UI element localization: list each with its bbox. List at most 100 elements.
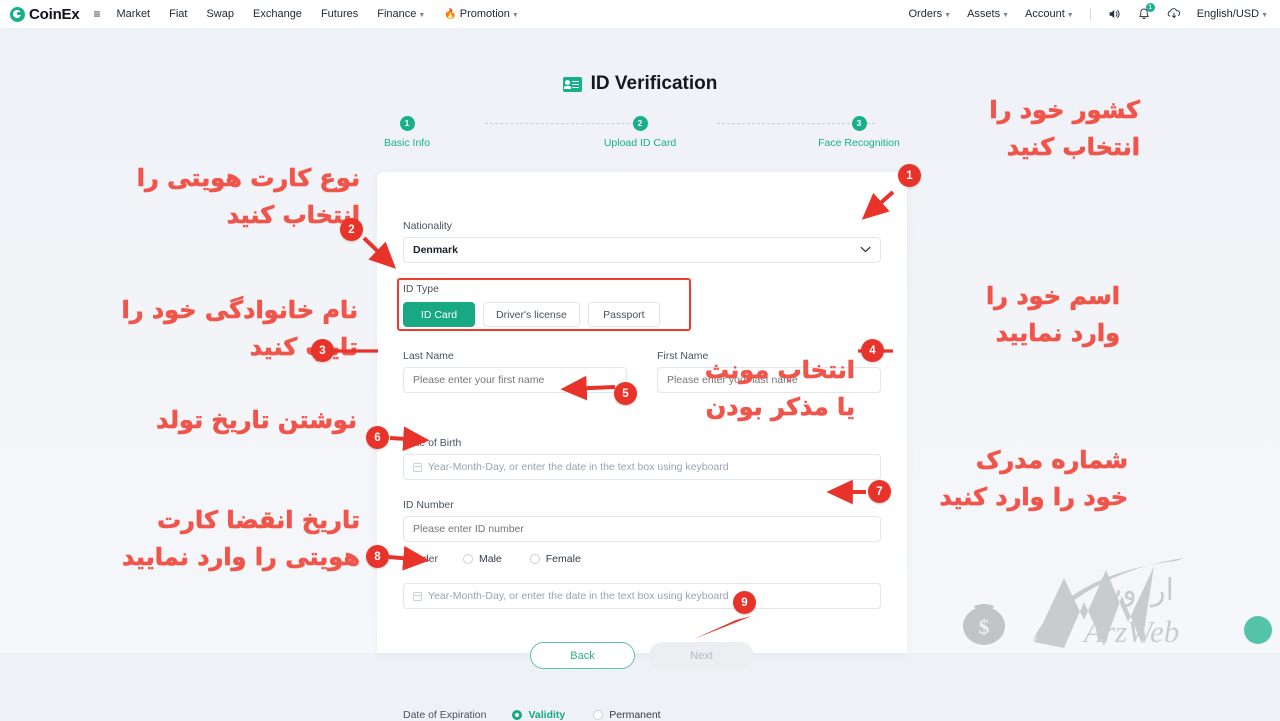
nav-item-finance[interactable]: Finance ▼: [377, 8, 425, 20]
step-basic-info[interactable]: 1 Basic Info: [337, 116, 477, 149]
date-of-birth-placeholder: Year-Month-Day, or enter the date in the…: [428, 461, 729, 473]
name-fields-row: Last Name First Name: [403, 350, 881, 393]
date-of-expiration-placeholder: Year-Month-Day, or enter the date in the…: [428, 590, 729, 602]
step-label: Upload ID Card: [603, 137, 677, 149]
verification-form-card: Nationality Denmark ID Type ID Card Driv…: [377, 172, 907, 721]
last-name-label: Last Name: [403, 350, 454, 362]
language-label: English/USD: [1196, 8, 1260, 20]
step-number: 3: [851, 116, 867, 131]
id-number-label: ID Number: [403, 499, 454, 511]
chevron-down-icon: ▼: [511, 11, 519, 19]
nav-right-group: Orders ▼ Assets ▼ Account ▼ 1 English/USD ▼: [909, 3, 1268, 21]
calendar-icon: [413, 462, 422, 472]
nationality-select[interactable]: Denmark: [403, 237, 881, 263]
nav-item-account[interactable]: Account ▼: [1025, 8, 1074, 20]
last-name-input[interactable]: [403, 367, 627, 393]
annotation-bubble-2: 2: [340, 218, 363, 241]
nav-label: Finance: [377, 8, 417, 20]
top-navbar: CoinEx ≡ Market Fiat Swap Exchange Futur…: [0, 0, 1280, 28]
brand-name: CoinEx: [29, 5, 80, 23]
expiration-option-label: Validity: [528, 709, 566, 721]
coinex-mark-icon: [10, 6, 25, 22]
step-number: 2: [632, 116, 648, 131]
expiration-option-validity[interactable]: Validity: [512, 709, 565, 721]
gender-option-label: Female: [545, 553, 581, 565]
sound-icon[interactable]: [1107, 7, 1121, 21]
chevron-down-icon: ▼: [944, 11, 952, 19]
nav-label: Promotion: [459, 8, 510, 20]
radio-icon: [593, 710, 604, 720]
id-card-lines: [572, 80, 580, 90]
annotation-bubble-8: 8: [366, 545, 389, 568]
date-of-expiration-field: Year-Month-Day, or enter the date in the…: [403, 583, 881, 609]
nav-label: Exchange: [253, 8, 302, 20]
download-icon[interactable]: [1167, 7, 1181, 21]
page-body: ID Verification 1 Basic Info 2 Upload ID…: [0, 28, 1280, 721]
nav-label: Fiat: [169, 8, 188, 20]
id-number-field: ID Number: [403, 499, 881, 542]
date-of-expiration-input[interactable]: Year-Month-Day, or enter the date in the…: [403, 583, 881, 609]
form-actions: Back Next: [377, 642, 907, 669]
id-type-label: ID Type: [403, 283, 439, 295]
date-of-birth-input[interactable]: Year-Month-Day, or enter the date in the…: [403, 454, 881, 480]
back-button[interactable]: Back: [530, 642, 635, 669]
notification-icon[interactable]: 1: [1137, 3, 1155, 21]
annotation-bubble-9: 9: [733, 591, 756, 614]
id-card-icon: [562, 76, 582, 92]
nav-label: Swap: [206, 8, 234, 20]
hamburger-icon[interactable]: ≡: [93, 8, 100, 20]
step-upload-id-card[interactable]: 2 Upload ID Card: [570, 116, 710, 149]
id-type-option-drivers-license[interactable]: Driver's license: [483, 302, 580, 327]
date-of-birth-label: Date of Birth: [403, 437, 462, 449]
language-selector[interactable]: English/USD ▼: [1197, 8, 1268, 20]
nav-item-exchange[interactable]: Exchange: [253, 8, 302, 20]
nav-label: Orders: [908, 8, 943, 20]
last-name-field: Last Name: [403, 350, 627, 393]
nav-label: Market: [116, 8, 151, 20]
id-type-options: ID Card Driver's license Passport: [403, 302, 660, 327]
gender-field: Gender Male Female: [403, 553, 609, 565]
chevron-down-icon: ▼: [1261, 11, 1268, 19]
nav-item-orders[interactable]: Orders ▼: [909, 8, 952, 20]
nav-item-promotion[interactable]: 🔥 Promotion ▼: [444, 8, 519, 20]
radio-icon: [463, 554, 473, 564]
date-of-birth-field: Date of Birth Year-Month-Day, or enter t…: [403, 437, 881, 480]
nav-item-fiat[interactable]: Fiat: [169, 8, 187, 20]
chevron-down-icon: ▼: [418, 11, 426, 19]
gender-option-female[interactable]: Female: [529, 553, 581, 565]
nav-item-market[interactable]: Market: [117, 8, 151, 20]
nav-divider: [1089, 8, 1091, 20]
chevron-down-icon: ▼: [1066, 11, 1074, 19]
page-title: ID Verification: [0, 73, 1280, 95]
id-type-option-id-card[interactable]: ID Card: [403, 302, 475, 327]
fire-icon: 🔥: [444, 8, 457, 20]
id-number-input[interactable]: [403, 516, 881, 542]
expiration-option-permanent[interactable]: Permanent: [593, 709, 661, 721]
nav-item-futures[interactable]: Futures: [321, 8, 358, 20]
calendar-icon: [413, 591, 422, 601]
first-name-input[interactable]: [657, 367, 881, 393]
step-face-recognition[interactable]: 3 Face Recognition: [789, 116, 929, 149]
nav-item-assets[interactable]: Assets ▼: [967, 8, 1009, 20]
nav-item-swap[interactable]: Swap: [206, 8, 234, 20]
radio-selected-icon: [512, 710, 523, 720]
annotation-bubble-5: 5: [614, 382, 637, 405]
coinex-logo[interactable]: CoinEx: [10, 5, 80, 23]
gender-option-male[interactable]: Male: [463, 553, 502, 565]
next-button[interactable]: Next: [649, 642, 754, 669]
date-of-expiration-label: Date of Expiration: [403, 709, 487, 721]
notification-badge: 1: [1145, 3, 1155, 12]
date-of-expiration-header: Date of Expiration Validity Permanent: [403, 709, 689, 721]
step-label: Face Recognition: [818, 137, 900, 149]
chevron-down-icon: [860, 245, 871, 255]
chevron-down-icon: ▼: [1002, 11, 1010, 19]
annotation-bubble-4: 4: [861, 339, 884, 362]
nationality-field: Nationality Denmark: [403, 220, 881, 263]
id-type-option-passport[interactable]: Passport: [587, 302, 660, 327]
annotation-bubble-1: 1: [898, 164, 921, 187]
first-name-field: First Name: [657, 350, 881, 393]
gender-option-label: Male: [479, 553, 502, 565]
nav-label: Assets: [967, 8, 1001, 20]
annotation-bubble-7: 7: [868, 480, 891, 503]
step-label: Basic Info: [383, 137, 431, 149]
